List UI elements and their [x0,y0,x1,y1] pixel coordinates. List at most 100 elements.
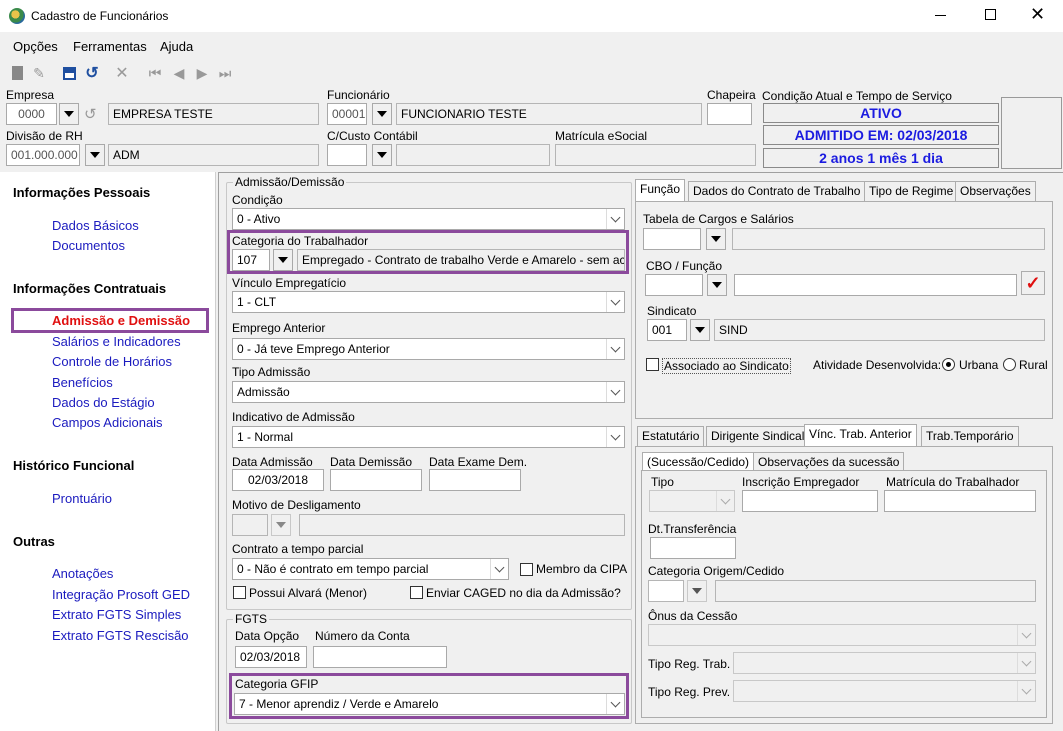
tab-tipo-regime[interactable]: Tipo de Regime [864,181,959,201]
reg-trab-select[interactable] [733,652,1036,674]
next-record-icon[interactable]: ▶ [193,64,211,82]
data-admissao-field[interactable]: 02/03/2018 [232,469,324,491]
indicativo-label: Indicativo de Admissão [232,410,355,424]
cbo-desc-field[interactable] [734,274,1017,296]
delete-icon[interactable]: ✕ [113,64,131,82]
inscricao-field[interactable] [742,490,878,512]
data-demissao-label: Data Demissão [330,455,413,469]
numero-conta-field[interactable] [313,646,447,668]
divisao-name-field: ADM [108,144,319,166]
tab-observacoes-sucessao[interactable]: Observações da sucessão [753,452,905,472]
refresh-icon[interactable]: ↺ [84,105,97,123]
last-record-icon[interactable]: ⏭ [216,64,234,82]
tab-estatutario[interactable]: Estatutário [637,426,705,446]
categoria-code-field[interactable]: 107 [232,249,270,271]
emprego-anterior-label: Emprego Anterior [232,321,326,335]
motivo-desc-field [299,514,625,536]
numero-conta-label: Número da Conta [315,629,410,643]
emprego-anterior-select[interactable]: 0 - Já teve Emprego Anterior [232,338,625,360]
nav-controle-horarios[interactable]: Controle de Horários [52,354,172,369]
caged-checkbox[interactable] [410,586,423,599]
tab-vinc-trab-anterior[interactable]: Vínc. Trab. Anterior [804,424,917,446]
prev-record-icon[interactable]: ◀ [170,64,188,82]
custo-dropdown[interactable] [372,144,392,166]
cbo-dropdown[interactable] [707,274,727,296]
photo-box[interactable] [1001,97,1062,169]
alvara-checkbox[interactable] [233,586,246,599]
funcionario-code-field[interactable]: 00001 [327,103,367,125]
cipa-checkbox[interactable] [520,563,533,576]
menu-ajuda[interactable]: Ajuda [160,39,193,54]
tab-funcao[interactable]: Função [635,179,686,201]
nav-campos-adicionais[interactable]: Campos Adicionais [52,415,163,430]
sindicato-dropdown[interactable] [690,319,710,341]
cbo-field[interactable] [645,274,703,296]
divisao-dropdown[interactable] [85,144,105,166]
edit-icon[interactable]: ✎ [30,64,48,82]
nav-dados-estagio[interactable]: Dados do Estágio [52,395,155,410]
funcionario-dropdown[interactable] [372,103,392,125]
motivo-dropdown[interactable] [271,514,291,536]
maximize-icon[interactable] [985,9,996,20]
tipo-label: Tipo [651,475,674,489]
tab-dados-contrato[interactable]: Dados do Contrato de Trabalho [688,181,866,201]
data-exame-field[interactable] [429,469,521,491]
tab-trab-temporario[interactable]: Trab.Temporário [921,426,1019,446]
data-opcao-field[interactable]: 02/03/2018 [235,646,307,668]
matricula-trabalhador-field[interactable] [884,490,1036,512]
rural-radio[interactable] [1003,358,1016,371]
vinculo-label: Vínculo Empregatício [232,276,347,290]
motivo-label: Motivo de Desligamento [232,498,361,512]
empresa-code-field[interactable]: 0000 [6,103,57,125]
nav-dados-basicos[interactable]: Dados Básicos [52,218,139,233]
menu-ferramentas[interactable]: Ferramentas [73,39,147,54]
categoria-gfip-select[interactable]: 7 - Menor aprendiz / Verde e Amarelo [234,693,625,715]
sindicato-label: Sindicato [647,304,697,318]
vinculo-select[interactable]: 1 - CLT [232,291,625,313]
new-doc-icon[interactable] [8,64,26,82]
tipo-select[interactable] [649,490,735,512]
save-icon[interactable] [60,64,78,82]
categoria-dropdown[interactable] [273,249,293,271]
divisao-code-field[interactable]: 001.000.000 [6,144,80,166]
menu-opcoes[interactable]: Opções [13,39,58,54]
custo-field[interactable] [327,144,367,166]
sindicato-code-field[interactable]: 001 [647,319,687,341]
tabela-cargos-dropdown[interactable] [706,228,726,250]
data-demissao-field[interactable] [330,469,422,491]
funcionario-label: Funcionário [327,88,390,102]
nav-prontuario[interactable]: Prontuário [52,491,112,506]
undo-icon[interactable]: ↺ [83,64,101,82]
onus-select[interactable] [648,624,1036,646]
empresa-dropdown[interactable] [59,103,79,125]
nav-beneficios[interactable]: Benefícios [52,375,113,390]
nav-salarios[interactable]: Salários e Indicadores [52,334,181,349]
data-exame-label: Data Exame Dem. [429,455,528,469]
nav-documentos[interactable]: Documentos [52,238,125,253]
indicativo-select[interactable]: 1 - Normal [232,426,625,448]
tabela-cargos-field[interactable] [643,228,701,250]
tab-observacoes[interactable]: Observações [955,181,1036,201]
tipo-admissao-select[interactable]: Admissão [232,381,625,403]
nav-integracao-ged[interactable]: Integração Prosoft GED [52,587,190,602]
first-record-icon[interactable]: ⏮ [146,64,164,82]
chapeira-field[interactable] [707,103,752,125]
associado-checkbox[interactable] [646,358,659,371]
minimize-icon[interactable] [935,15,946,16]
close-icon[interactable]: ✕ [1030,4,1045,25]
contrato-parcial-select[interactable]: 0 - Não é contrato em tempo parcial [232,558,509,580]
nav-admissao-demissao[interactable]: Admissão e Demissão [52,313,190,328]
reg-prev-select[interactable] [733,680,1036,702]
categoria-origem-dropdown[interactable] [687,580,707,602]
tab-dirigente-sindical[interactable]: Dirigente Sindical [706,426,810,446]
condicao-select[interactable]: 0 - Ativo [232,208,625,230]
nav-extrato-fgts-rescisao[interactable]: Extrato FGTS Rescisão [52,628,189,643]
tabela-cargos-desc [732,228,1045,250]
dt-transferencia-field[interactable] [650,537,736,559]
custo-label: C/Custo Contábil [327,129,418,143]
nav-extrato-fgts-simples[interactable]: Extrato FGTS Simples [52,607,181,622]
check-icon[interactable]: ✓ [1021,271,1045,295]
fgts-group-title: FGTS [233,612,269,626]
nav-anotacoes[interactable]: Anotações [52,566,113,581]
urbana-radio[interactable] [942,358,955,371]
